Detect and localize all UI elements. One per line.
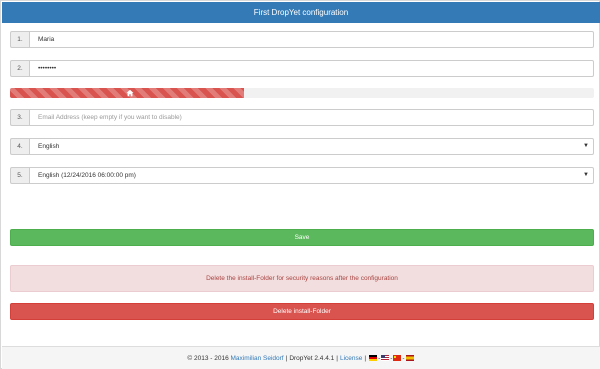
us-flag-icon[interactable] — [381, 355, 390, 361]
app-window: First DropYet configuration 1. Maria 2. … — [0, 0, 600, 369]
step-number: 4. — [10, 138, 29, 155]
email-input[interactable]: Email Address (keep empty if you want to… — [29, 109, 594, 126]
app-version: DropYet 2.4.4.1 — [289, 354, 335, 362]
security-alert: Delete the install-Folder for security r… — [10, 265, 594, 292]
step-number: 5. — [10, 167, 29, 184]
separator: | — [364, 354, 367, 362]
password-input[interactable]: •••••••• — [29, 60, 594, 77]
home-icon — [126, 89, 134, 97]
separator: - — [390, 354, 393, 362]
author-link[interactable]: Maximilian Seidorf — [231, 355, 284, 362]
password-strength-meter — [10, 88, 594, 98]
language-select-value: English — [38, 143, 60, 150]
separator: - — [402, 354, 405, 362]
footer: © 2013 - 2016 Maximilian Seidorf | DropY… — [2, 346, 600, 369]
language-select[interactable]: English ▼ — [29, 138, 594, 155]
dateformat-row: 5. English (12/24/2016 06:00:00 pm) ▼ — [10, 167, 594, 184]
chevron-down-icon: ▼ — [583, 143, 589, 149]
username-row: 1. Maria — [10, 31, 594, 48]
save-button[interactable]: Save — [10, 229, 594, 246]
username-input[interactable]: Maria — [29, 31, 594, 48]
delete-install-folder-button[interactable]: Delete install-Folder — [10, 303, 594, 320]
password-strength-fill — [10, 88, 244, 98]
de-flag-icon[interactable] — [369, 355, 378, 361]
es-flag-icon[interactable] — [405, 355, 414, 361]
chevron-down-icon: ▼ — [583, 172, 589, 178]
cn-flag-icon[interactable] — [393, 355, 402, 361]
step-number: 2. — [10, 60, 29, 77]
alert-text: Delete the install-Folder for security r… — [206, 275, 398, 282]
page-title: First DropYet configuration — [253, 8, 349, 17]
dateformat-select-value: English (12/24/2016 06:00:00 pm) — [38, 172, 136, 179]
step-number: 3. — [10, 109, 29, 126]
language-row: 4. English ▼ — [10, 138, 594, 155]
email-row: 3. Email Address (keep empty if you want… — [10, 109, 594, 126]
separator: - — [378, 354, 381, 362]
dateformat-select[interactable]: English (12/24/2016 06:00:00 pm) ▼ — [29, 167, 594, 184]
page-title-bar: First DropYet configuration — [2, 2, 600, 23]
license-link[interactable]: License — [340, 355, 362, 362]
copyright-text: © 2013 - 2016 — [187, 354, 229, 362]
password-row: 2. •••••••• — [10, 60, 594, 77]
step-number: 1. — [10, 31, 29, 48]
